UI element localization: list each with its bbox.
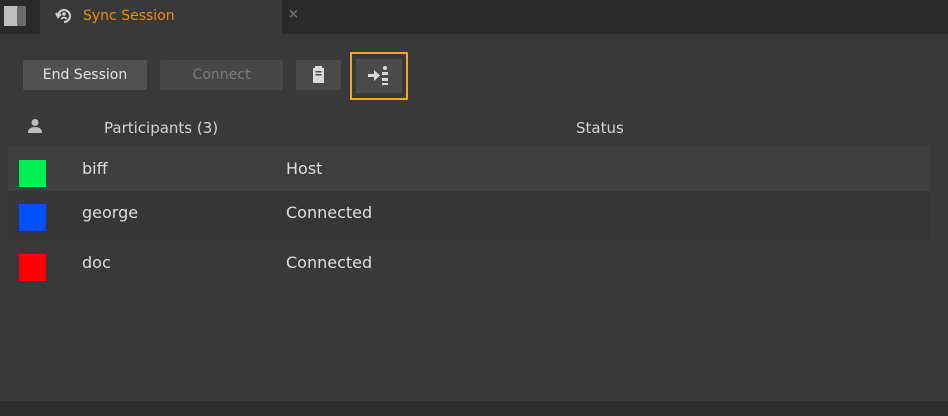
participants-column-header[interactable]: Participants (3) xyxy=(104,119,218,137)
sync-session-panel: Sync Session × End Session Connect Parti… xyxy=(0,0,948,416)
connect-button[interactable]: Connect xyxy=(160,60,283,90)
participant-status: Host xyxy=(286,159,323,178)
tab-bar: Sync Session × xyxy=(0,0,948,34)
user-icon xyxy=(28,119,42,133)
sync-session-icon xyxy=(55,9,71,23)
table-row[interactable]: biff Host xyxy=(8,147,930,195)
follow-session-icon xyxy=(368,66,388,85)
table-row[interactable]: george Connected xyxy=(8,191,930,239)
participant-name: doc xyxy=(82,253,111,272)
participant-status: Connected xyxy=(286,253,373,272)
clipboard-icon xyxy=(313,66,324,83)
end-session-button[interactable]: End Session xyxy=(23,60,147,90)
status-column-header[interactable]: Status xyxy=(576,119,624,137)
table-row[interactable]: doc Connected xyxy=(8,241,930,289)
participant-name: george xyxy=(82,203,139,222)
panel-bottom-edge xyxy=(0,401,948,416)
participant-name: biff xyxy=(82,159,108,178)
participant-color-swatch xyxy=(19,160,46,187)
empty-list-area xyxy=(8,290,930,401)
tab-title: Sync Session xyxy=(83,8,175,24)
participant-status: Connected xyxy=(286,203,373,222)
pane-menu-icon[interactable] xyxy=(4,6,26,28)
participants-table-header: Participants (3) Status xyxy=(0,112,948,146)
clipboard-button[interactable] xyxy=(296,60,341,90)
tab-sync-session[interactable]: Sync Session xyxy=(40,0,282,34)
participant-color-swatch xyxy=(19,204,46,231)
tab-close-icon[interactable]: × xyxy=(288,7,299,22)
participant-color-swatch xyxy=(19,254,46,281)
follow-session-button[interactable] xyxy=(350,52,408,100)
